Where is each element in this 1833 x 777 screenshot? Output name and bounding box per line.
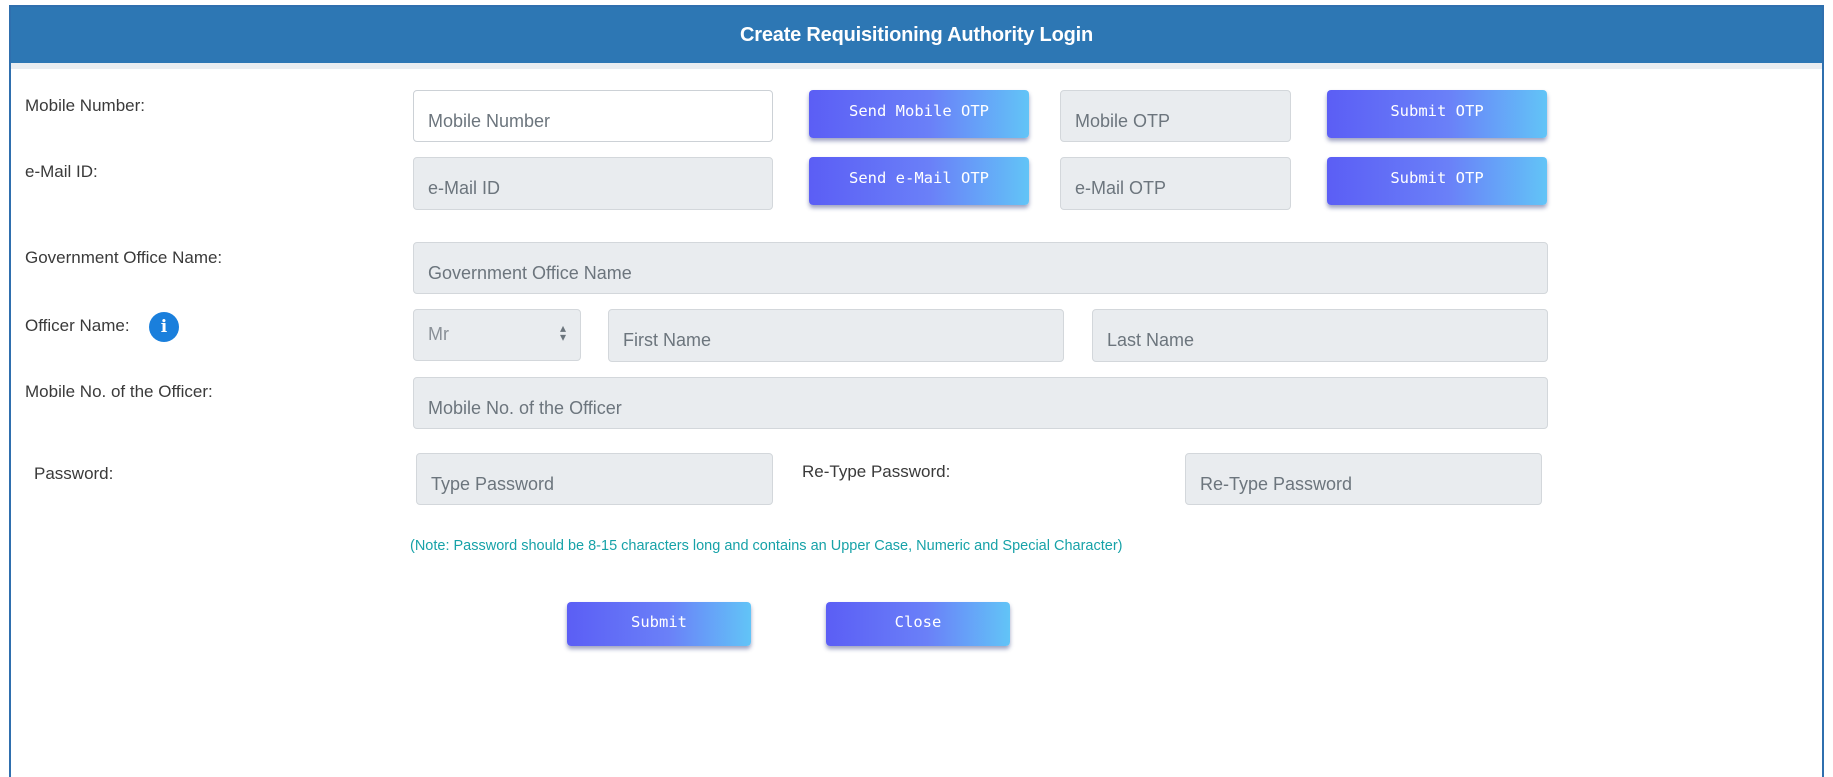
password-field[interactable] [416, 453, 773, 505]
last-name-field[interactable] [1092, 309, 1548, 362]
officer-name-label: Officer Name: [25, 316, 130, 335]
mobile-number-field[interactable] [413, 90, 773, 142]
last-name-input[interactable] [1107, 330, 1547, 351]
title-select[interactable]: Mr ▴ ▾ [413, 309, 581, 361]
office-name-label: Government Office Name: [25, 248, 223, 267]
first-name-input[interactable] [623, 330, 1063, 351]
panel-header: Create Requisitioning Authority Login [11, 7, 1822, 69]
email-otp-field[interactable] [1060, 157, 1291, 210]
title-select-value: Mr [428, 324, 449, 344]
email-id-label: e-Mail ID: [25, 162, 98, 181]
send-mobile-otp-button[interactable]: Send Mobile OTP [809, 90, 1029, 138]
first-name-field[interactable] [608, 309, 1064, 362]
info-icon[interactable]: i [149, 312, 179, 342]
officer-mobile-field[interactable] [413, 377, 1548, 429]
select-arrows-icon: ▴ ▾ [559, 321, 566, 344]
office-name-input[interactable] [428, 262, 1547, 284]
mobile-otp-field[interactable] [1060, 90, 1291, 142]
password-note: (Note: Password should be 8-15 character… [410, 538, 1123, 554]
mobile-otp-input[interactable] [1075, 110, 1290, 132]
email-id-field[interactable] [413, 157, 773, 210]
retype-password-input[interactable] [1200, 473, 1541, 495]
submit-mobile-otp-button[interactable]: Submit OTP [1327, 90, 1547, 138]
retype-password-field[interactable] [1185, 453, 1542, 505]
mobile-number-label: Mobile Number: [25, 96, 145, 115]
officer-mobile-input[interactable] [428, 397, 1547, 419]
submit-email-otp-button[interactable]: Submit OTP [1327, 157, 1547, 205]
send-email-otp-button[interactable]: Send e-Mail OTP [809, 157, 1029, 205]
mobile-number-input[interactable] [428, 110, 772, 132]
page-title: Create Requisitioning Authority Login [740, 23, 1093, 46]
password-label: Password: [34, 464, 114, 483]
close-button[interactable]: Close [826, 602, 1010, 646]
email-otp-input[interactable] [1075, 178, 1290, 199]
email-id-input[interactable] [428, 178, 772, 199]
retype-password-label: Re-Type Password: [802, 462, 951, 481]
officer-mobile-label: Mobile No. of the Officer: [25, 382, 213, 401]
password-input[interactable] [431, 473, 772, 495]
office-name-field[interactable] [413, 242, 1548, 294]
submit-button[interactable]: Submit [567, 602, 751, 646]
